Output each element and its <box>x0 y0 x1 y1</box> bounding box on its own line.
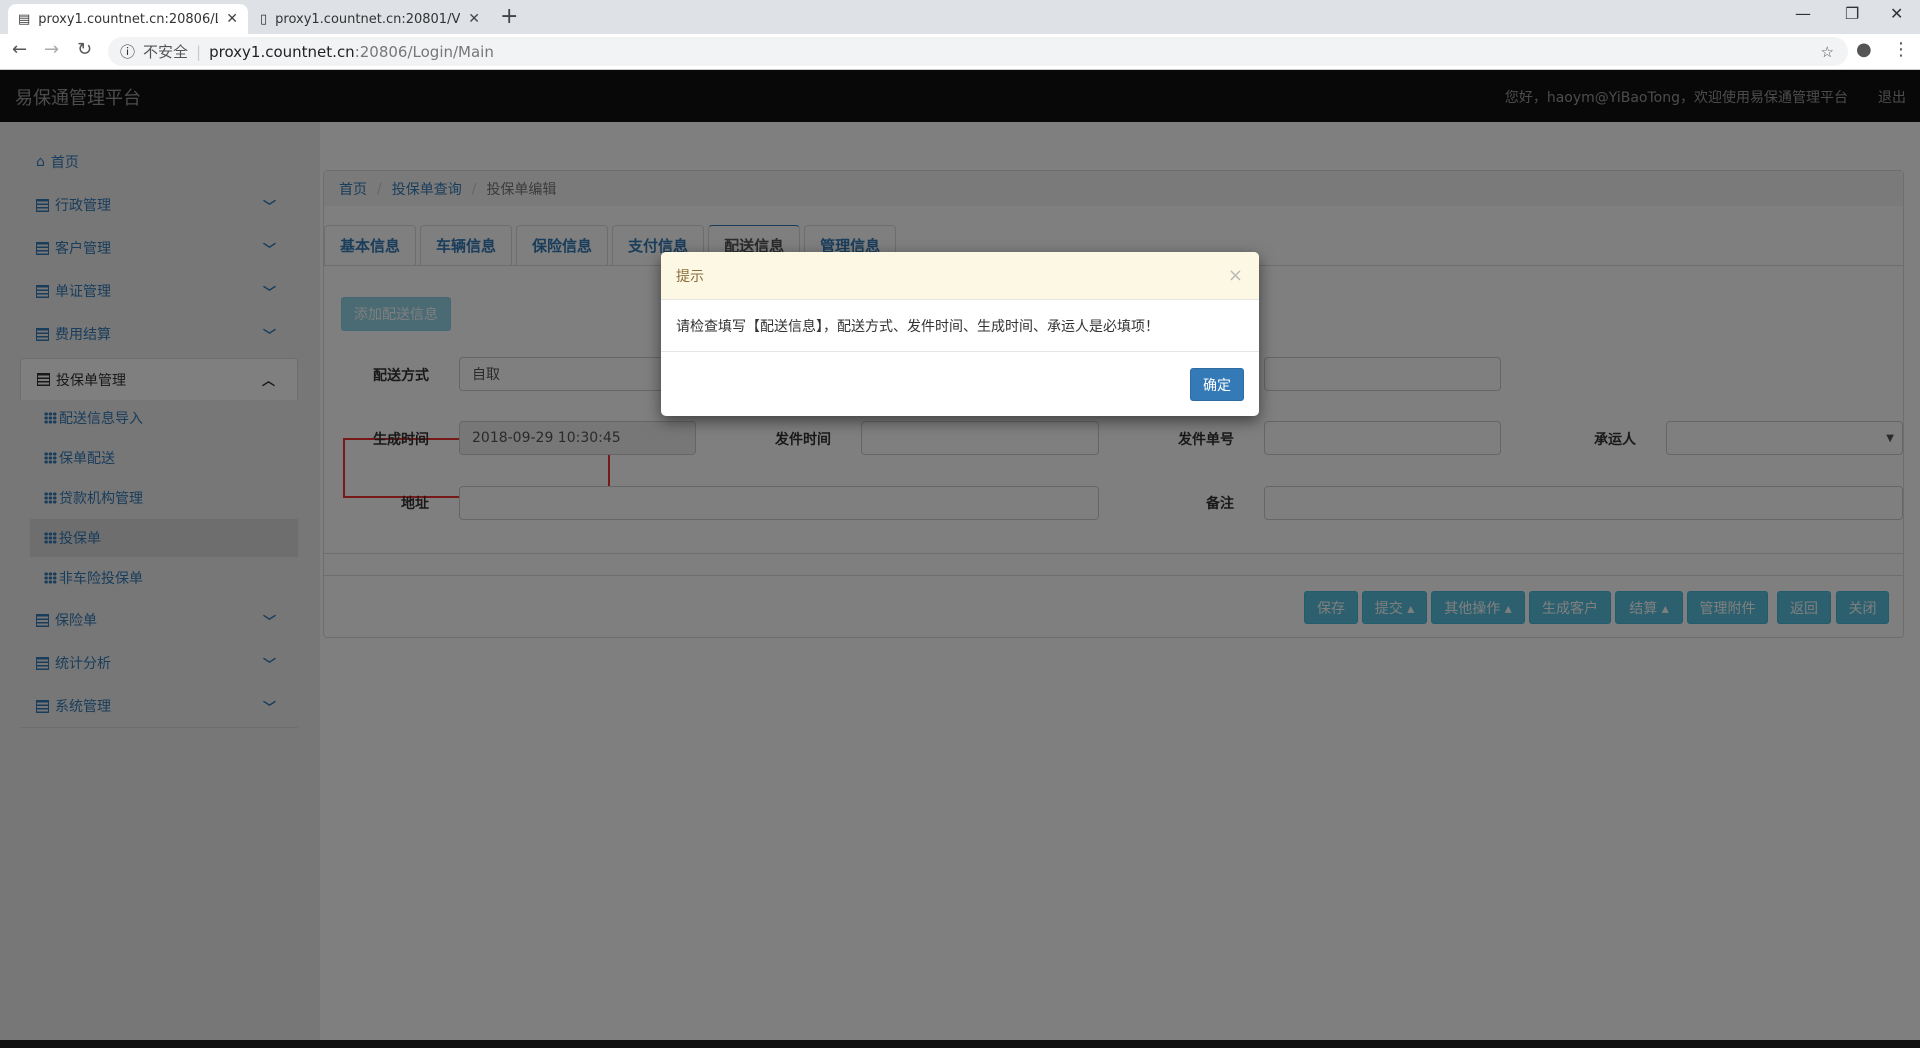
close-window-button[interactable]: ✕ <box>1890 4 1903 23</box>
minimize-button[interactable]: — <box>1795 4 1811 23</box>
new-tab-button[interactable]: + <box>500 4 518 29</box>
forward-icon[interactable]: → <box>44 39 59 60</box>
url-input[interactable]: ⓘ 不安全 | proxy1.countnet.cn:20806/Login/M… <box>108 37 1848 66</box>
info-icon: ⓘ <box>120 43 136 61</box>
confirm-button[interactable]: 确定 <box>1190 368 1244 401</box>
dialog-header: 提示 × <box>661 252 1259 300</box>
browser-tab[interactable]: ▯ proxy1.countnet.cn:20801/Veh ✕ <box>250 4 490 34</box>
taskbar <box>0 1040 1920 1048</box>
page-icon: ▤ <box>18 11 31 27</box>
browser-tab-strip: ▤ proxy1.countnet.cn:20806/Log ✕ ▯ proxy1.c… <box>0 0 1920 34</box>
menu-icon[interactable]: ⋮ <box>1892 39 1910 60</box>
close-tab-icon[interactable]: ✕ <box>226 11 238 27</box>
restore-button[interactable]: ❐ <box>1845 4 1859 23</box>
dialog-message: 请检查填写【配送信息】，配送方式、发件时间、生成时间、承运人是必填项！ <box>676 318 1159 335</box>
dialog-title: 提示 <box>676 268 704 285</box>
modal-backdrop[interactable] <box>0 70 1920 1048</box>
alert-dialog: 提示 × 请检查填写【配送信息】，配送方式、发件时间、生成时间、承运人是必填项！… <box>661 252 1259 416</box>
close-icon[interactable]: × <box>1228 265 1243 286</box>
reload-icon[interactable]: ↻ <box>77 39 92 60</box>
dialog-body: 请检查填写【配送信息】，配送方式、发件时间、生成时间、承运人是必填项！ <box>661 300 1259 352</box>
close-tab-icon[interactable]: ✕ <box>468 11 480 27</box>
address-bar-row: ← → ↻ ⓘ 不安全 | proxy1.countnet.cn:20806/L… <box>0 34 1920 70</box>
account-icon[interactable]: ● <box>1856 39 1872 60</box>
back-icon[interactable]: ← <box>12 39 27 60</box>
star-icon[interactable]: ☆ <box>1821 43 1834 61</box>
browser-tab[interactable]: ▤ proxy1.countnet.cn:20806/Log ✕ <box>8 4 248 34</box>
page-icon: ▯ <box>260 11 268 27</box>
